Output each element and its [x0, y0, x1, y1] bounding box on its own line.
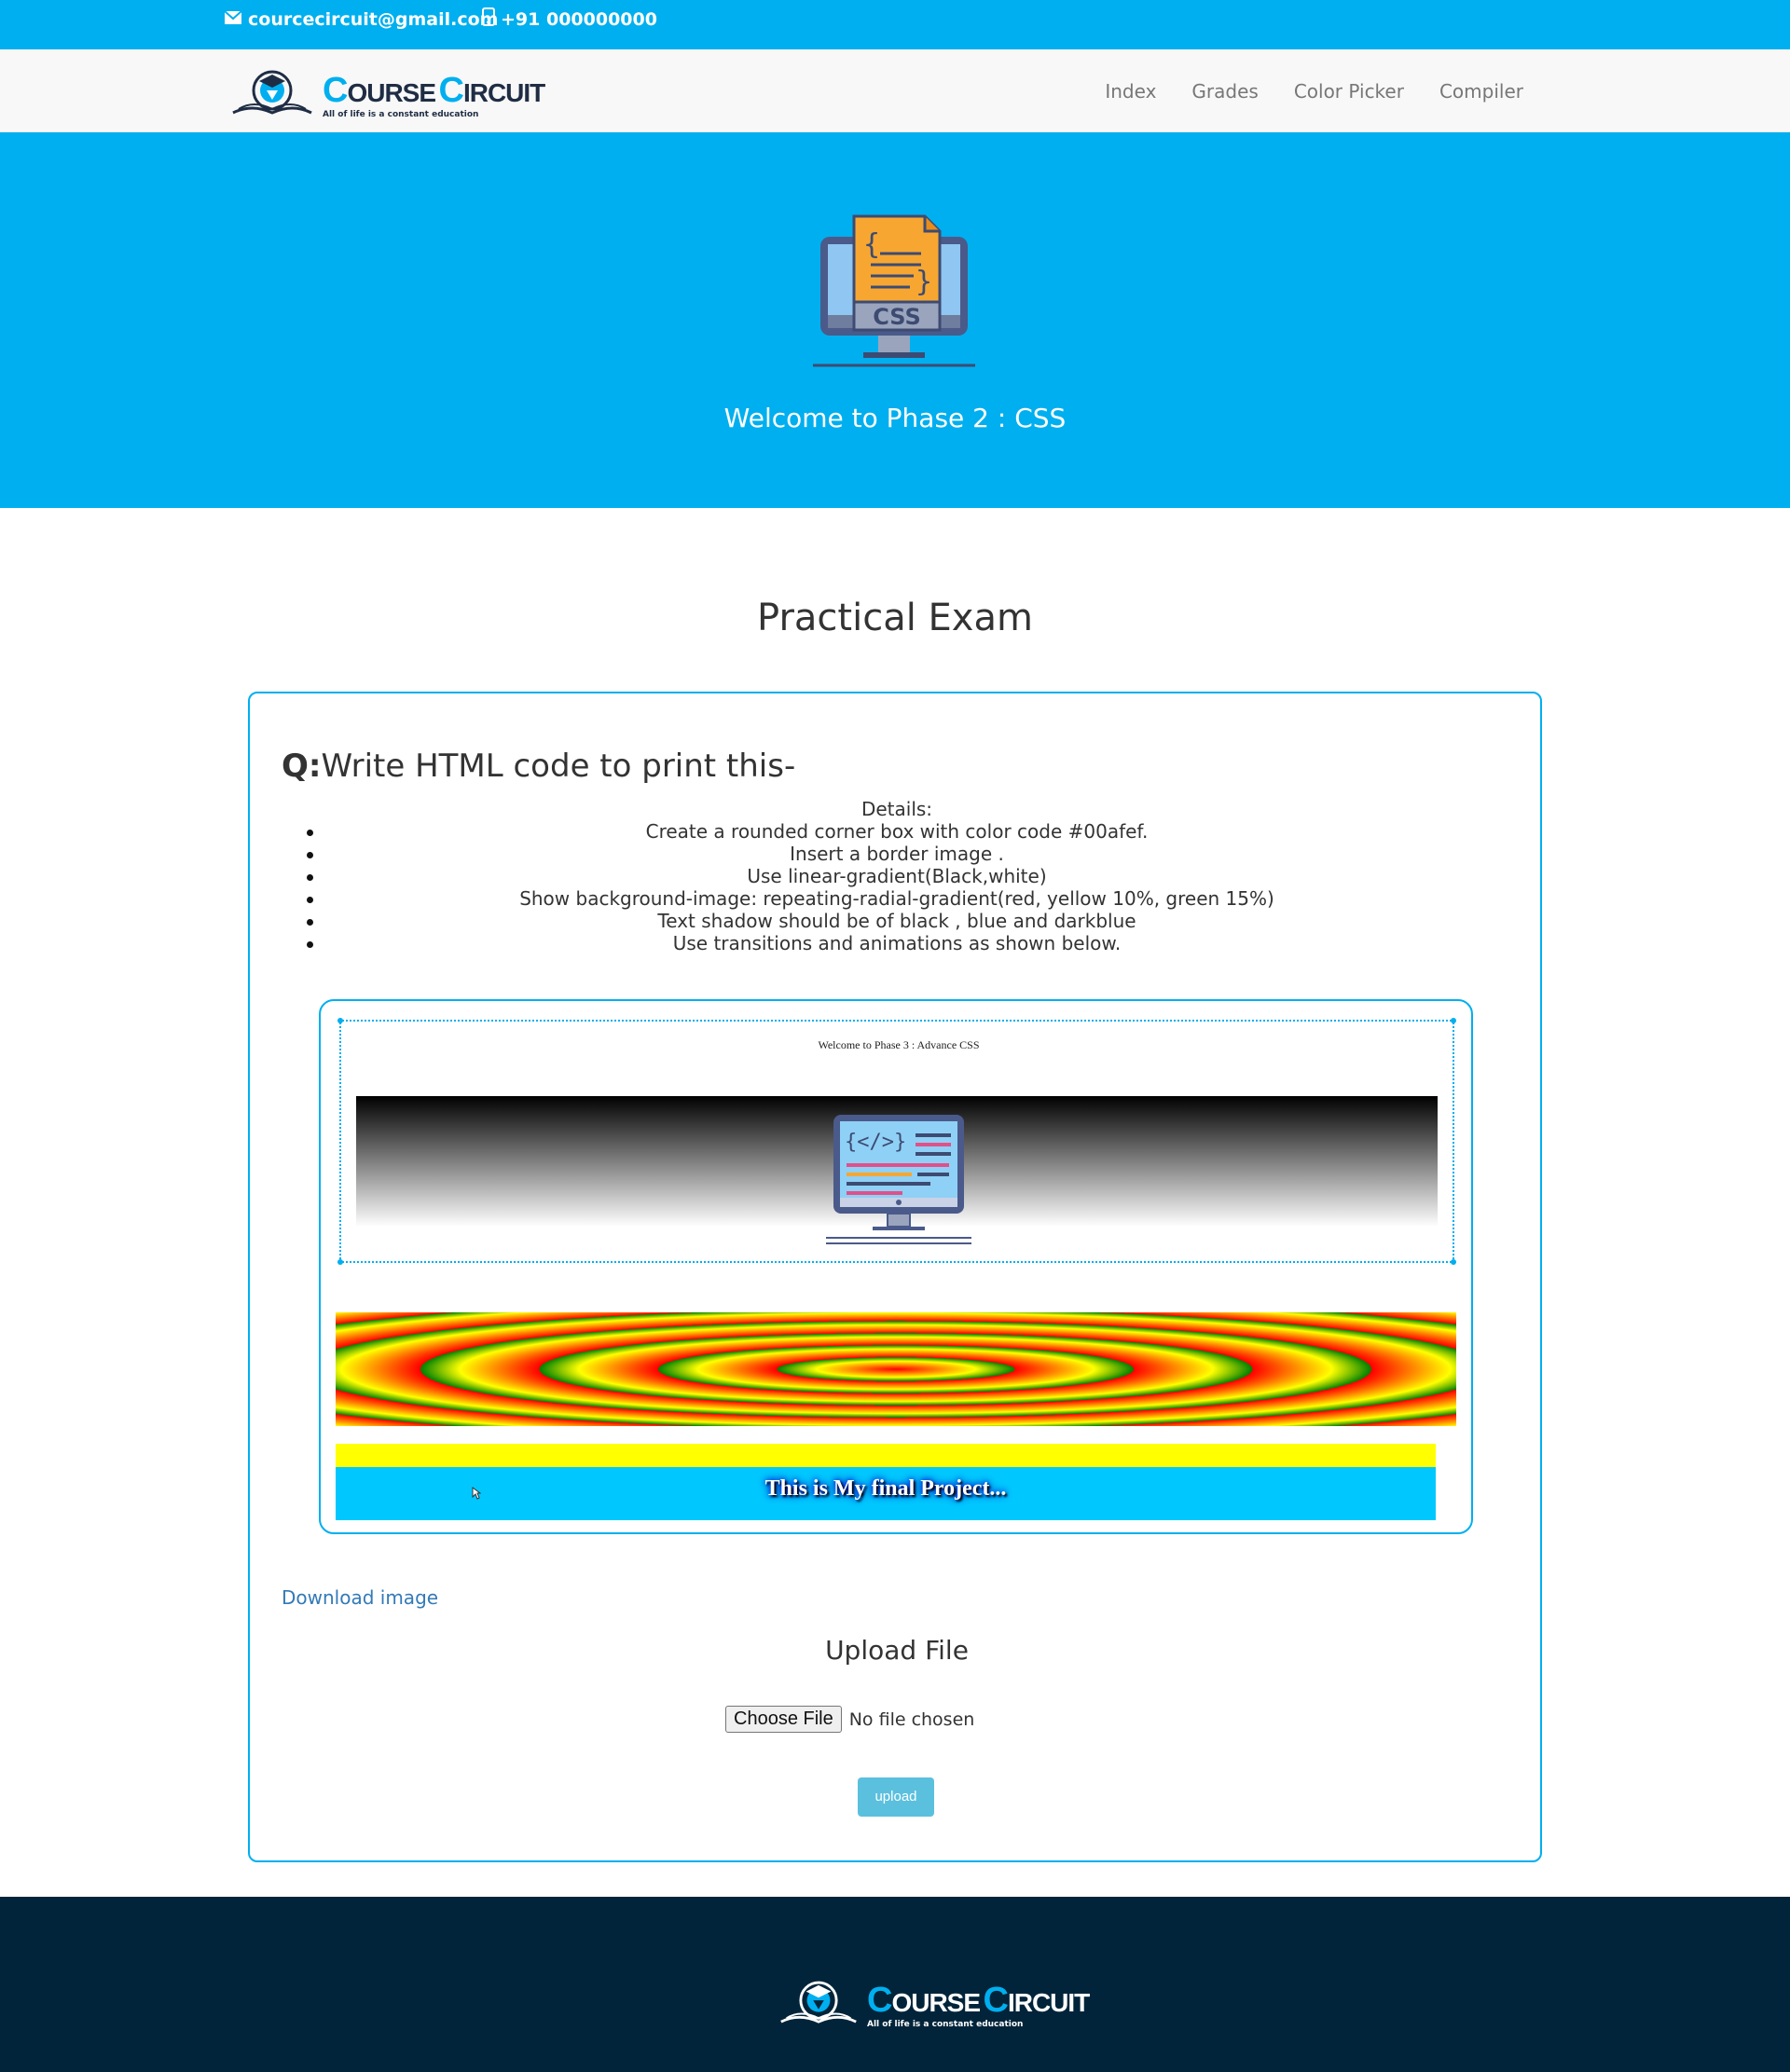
bullet: [307, 919, 313, 926]
contact-email-text: courcecircuit@gmail.com: [248, 8, 499, 30]
exam-card: Q:Write HTML code to print this- Details…: [248, 692, 1542, 1862]
sample-output-image: Welcome to Phase 3 : Advance CSS {</>} T…: [319, 999, 1473, 1534]
nav-item-index[interactable]: Index: [1105, 80, 1156, 103]
linear-gradient-band: {</>}: [356, 1096, 1438, 1244]
list-item: Create a rounded corner box with color c…: [250, 820, 1544, 843]
hero-banner: { } CSS Welcome to Phase 2 : CSS: [0, 132, 1790, 508]
download-image-link[interactable]: Download image: [282, 1586, 438, 1609]
brand-name: COURSE CIRCUIT: [323, 71, 545, 110]
code-monitor-icon: {</>}: [826, 1113, 971, 1251]
footer-logo[interactable]: COURSE CIRCUIT All of life is a constant…: [778, 1977, 1090, 2035]
bullet: [307, 874, 313, 881]
yellow-bar: [336, 1444, 1436, 1468]
main-nav: Index Grades Color Picker Compiler: [1105, 49, 1790, 132]
envelope-icon: [224, 9, 242, 30]
list-item: Use linear-gradient(Black,white): [250, 865, 1544, 887]
detail-text: Text shadow should be of black , blue an…: [657, 910, 1136, 932]
brand-name: COURSE CIRCUIT: [867, 1981, 1090, 2020]
list-item: Use transitions and animations as shown …: [250, 932, 1544, 954]
question: Q:Write HTML code to print this-: [282, 748, 795, 785]
nav-item-color-picker[interactable]: Color Picker: [1294, 80, 1404, 103]
upload-title: Upload File: [825, 1635, 969, 1666]
corner-dot: [1451, 1259, 1456, 1265]
brand-word: OURSE: [347, 78, 436, 107]
question-text: Write HTML code to print this-: [321, 748, 796, 785]
page-title: Practical Exam: [757, 597, 1033, 639]
top-contact-bar: courcecircuit@gmail.com +91 000000000: [0, 0, 1790, 49]
detail-text: Show background-image: repeating-radial-…: [519, 887, 1274, 910]
contact-phone[interactable]: +91 000000000: [482, 0, 657, 38]
bullet: [307, 897, 313, 903]
css-monitor-icon: { } CSS: [811, 213, 979, 375]
preview-title: Welcome to Phase 3 : Advance CSS: [818, 1038, 980, 1051]
hero-title: Welcome to Phase 2 : CSS: [723, 403, 1067, 433]
brand-letter: C: [983, 1981, 1008, 2020]
detail-text: Create a rounded corner box with color c…: [645, 820, 1149, 843]
radial-gradient-band: [336, 1312, 1456, 1426]
contact-phone-text: +91 000000000: [501, 8, 657, 30]
detail-text: Insert a border image .: [790, 843, 1004, 865]
corner-dot: [337, 1259, 343, 1265]
graduation-book-icon: [778, 1977, 860, 2035]
svg-text:CSS: CSS: [873, 304, 921, 330]
graduation-book-icon: [229, 66, 315, 126]
bullet: [307, 941, 313, 948]
bullet: [307, 852, 313, 858]
detail-text: Use linear-gradient(Black,white): [747, 865, 1047, 887]
mobile-phone-icon: [482, 7, 495, 31]
list-item: Text shadow should be of black , blue an…: [250, 910, 1544, 932]
final-project-banner: This is My final Project...: [336, 1467, 1436, 1520]
svg-text:}: }: [916, 266, 932, 298]
choose-file-button[interactable]: Choose File: [725, 1706, 842, 1733]
file-input: Choose File No file chosen: [725, 1706, 974, 1733]
details-title: Details:: [861, 798, 933, 820]
final-project-text: This is My final Project...: [764, 1476, 1007, 1501]
detail-text: Use transitions and animations as shown …: [672, 932, 1122, 954]
nav-item-grades[interactable]: Grades: [1191, 80, 1258, 103]
navbar: COURSE CIRCUIT All of life is a constant…: [0, 49, 1790, 132]
bullet: [307, 830, 313, 836]
contact-email[interactable]: courcecircuit@gmail.com: [224, 0, 498, 38]
svg-text:{: {: [863, 228, 880, 261]
list-item: Insert a border image .: [250, 843, 1544, 865]
brand-letter: C: [438, 71, 463, 110]
border-image-box: Welcome to Phase 3 : Advance CSS {</>}: [337, 1018, 1456, 1265]
brand-word: IRCUIT: [462, 78, 545, 107]
upload-button[interactable]: upload: [858, 1777, 934, 1817]
brand-word: IRCUIT: [1007, 1988, 1090, 2017]
details-list: Details: Create a rounded corner box wit…: [250, 798, 1544, 954]
corner-dot: [337, 1018, 343, 1023]
question-prefix: Q:: [282, 748, 322, 785]
brand-letter: C: [867, 1981, 892, 2020]
site-logo[interactable]: COURSE CIRCUIT All of life is a constant…: [229, 66, 545, 126]
nav-item-compiler[interactable]: Compiler: [1439, 80, 1523, 103]
brand-word: OURSE: [891, 1988, 981, 2017]
file-status: No file chosen: [848, 1708, 975, 1730]
brand-letter: C: [323, 71, 348, 110]
brand-tagline: All of life is a constant education: [867, 2020, 1024, 2029]
list-item: Show background-image: repeating-radial-…: [250, 887, 1544, 910]
svg-text:{</>}: {</>}: [845, 1131, 906, 1154]
corner-dot: [1451, 1018, 1456, 1023]
brand-tagline: All of life is a constant education: [323, 110, 479, 119]
footer: COURSE CIRCUIT All of life is a constant…: [0, 1897, 1790, 2072]
